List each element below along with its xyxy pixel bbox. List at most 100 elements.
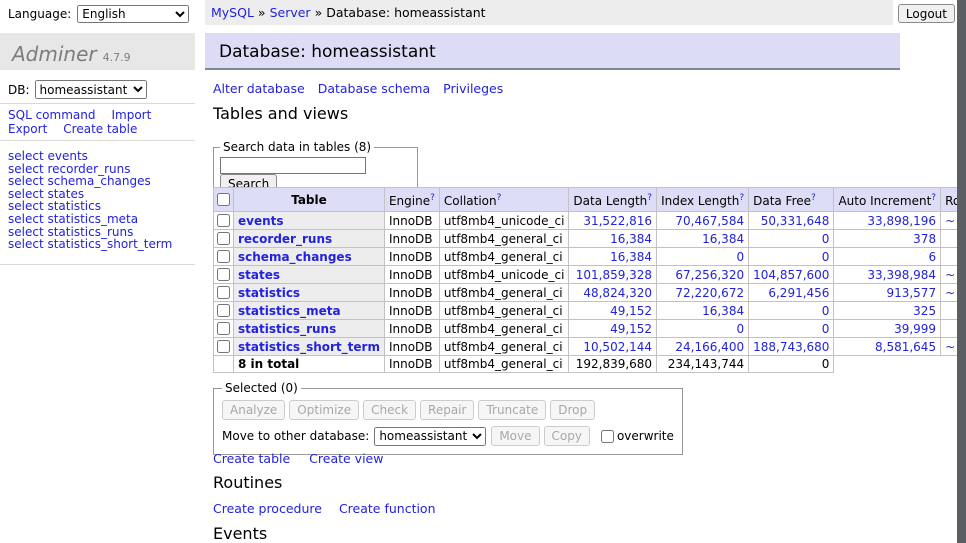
table-link[interactable]: recorder_runs	[238, 232, 332, 246]
table-name-cell: recorder_runs	[234, 230, 385, 248]
sidebar-select-link[interactable]: select schema_changes	[8, 175, 172, 188]
engine-cell: InnoDB	[384, 248, 439, 266]
index-length-cell-link[interactable]: 0	[736, 322, 744, 336]
create-procedure-link[interactable]: Create procedure	[213, 501, 322, 516]
sidebar-select-link[interactable]: select statistics_short_term	[8, 238, 172, 251]
sidebar-select-link[interactable]: select events	[8, 150, 172, 163]
breadcrumb-mysql-link[interactable]: MySQL	[211, 5, 254, 20]
column-help-link[interactable]: ?	[811, 193, 816, 203]
data-length-cell-link[interactable]: 101,859,328	[576, 268, 652, 282]
data-free-cell: 188,743,680	[749, 338, 834, 356]
index-length-cell-link[interactable]: 70,467,584	[675, 214, 744, 228]
truncate-button[interactable]: Truncate	[478, 400, 546, 420]
db-select[interactable]: homeassistant	[35, 80, 147, 99]
auto-increment-cell-link[interactable]: 913,577	[886, 286, 936, 300]
auto-increment-cell-link[interactable]: 39,999	[894, 322, 936, 336]
breadcrumb-server-link[interactable]: Server	[270, 5, 311, 20]
row-checkbox[interactable]	[217, 322, 230, 335]
data-free-cell-link[interactable]: 0	[822, 322, 830, 336]
data-length-cell-link[interactable]: 49,152	[610, 304, 652, 318]
row-checkbox[interactable]	[217, 286, 230, 299]
data-free-cell-link[interactable]: 104,857,600	[753, 268, 829, 282]
column-help-link[interactable]: ?	[647, 193, 652, 203]
column-help-link[interactable]: ?	[497, 193, 502, 203]
index-length-cell-link[interactable]: 24,166,400	[675, 340, 744, 354]
auto-increment-cell: 33,398,984	[834, 266, 941, 284]
sidebar-create-table-link[interactable]: Create table	[63, 122, 137, 136]
table-link[interactable]: statistics_meta	[238, 304, 341, 318]
row-checkbox-cell	[214, 302, 234, 320]
auto-increment-cell: 6	[834, 248, 941, 266]
column-header-engine: Engine?	[384, 188, 439, 212]
data-free-cell-link[interactable]: 0	[822, 304, 830, 318]
data-length-cell-link[interactable]: 31,522,816	[583, 214, 652, 228]
data-free-cell-link[interactable]: 188,743,680	[753, 340, 829, 354]
data-free-cell-link[interactable]: 50,331,648	[761, 214, 830, 228]
sidebar-import-link[interactable]: Import	[111, 108, 151, 122]
table-link[interactable]: statistics_short_term	[238, 340, 380, 354]
database-schema-link[interactable]: Database schema	[318, 81, 430, 96]
column-help-link[interactable]: ?	[430, 193, 435, 203]
create-function-link[interactable]: Create function	[339, 501, 436, 516]
data-length-cell-link[interactable]: 49,152	[610, 322, 652, 336]
auto-increment-cell-link[interactable]: 6	[928, 250, 936, 264]
logout-button[interactable]: Logout	[898, 4, 955, 23]
table-link[interactable]: events	[238, 214, 284, 228]
row-checkbox[interactable]	[217, 304, 230, 317]
language-select[interactable]: English	[77, 5, 189, 23]
overwrite-checkbox[interactable]	[601, 430, 614, 443]
drop-button[interactable]: Drop	[550, 400, 595, 420]
column-help-link[interactable]: ?	[739, 193, 744, 203]
auto-increment-cell-link[interactable]: 33,398,984	[867, 268, 936, 282]
analyze-button[interactable]: Analyze	[222, 400, 285, 420]
data-free-cell-link[interactable]: 6,291,456	[768, 286, 829, 300]
index-length-cell-link[interactable]: 16,384	[702, 232, 744, 246]
table-link[interactable]: statistics_runs	[238, 322, 336, 336]
create-links: Create table Create view	[213, 451, 402, 466]
alter-database-link[interactable]: Alter database	[213, 81, 305, 96]
select-all-checkbox[interactable]	[217, 193, 230, 206]
index-length-cell-link[interactable]: 0	[736, 250, 744, 264]
table-link[interactable]: schema_changes	[238, 250, 352, 264]
column-help-link[interactable]: ?	[931, 193, 936, 203]
data-length-cell-link[interactable]: 16,384	[610, 250, 652, 264]
index-length-cell-link[interactable]: 16,384	[702, 304, 744, 318]
divider	[0, 103, 195, 104]
check-button[interactable]: Check	[363, 400, 416, 420]
index-length-cell-link[interactable]: 72,220,672	[675, 286, 744, 300]
privileges-link[interactable]: Privileges	[443, 81, 503, 96]
auto-increment-cell-link[interactable]: 325	[913, 304, 936, 318]
repair-button[interactable]: Repair	[420, 400, 474, 420]
create-view-link[interactable]: Create view	[309, 451, 383, 466]
collation-cell: utf8mb4_unicode_ci	[439, 212, 569, 230]
data-length-cell-link[interactable]: 16,384	[610, 232, 652, 246]
row-checkbox[interactable]	[217, 232, 230, 245]
move-database-select[interactable]: homeassistant	[374, 427, 486, 446]
create-table-link[interactable]: Create table	[213, 451, 290, 466]
auto-increment-cell-link[interactable]: 33,898,196	[867, 214, 936, 228]
sidebar-export-link[interactable]: Export	[8, 122, 47, 136]
scrollbar[interactable]	[957, 0, 966, 543]
row-checkbox[interactable]	[217, 214, 230, 227]
auto-increment-cell-link[interactable]: 8,581,645	[875, 340, 936, 354]
sidebar-select-link[interactable]: select statistics_meta	[8, 213, 172, 226]
row-checkbox[interactable]	[217, 250, 230, 263]
table-link[interactable]: statistics	[238, 286, 300, 300]
table-link[interactable]: states	[238, 268, 280, 282]
data-length-cell-link[interactable]: 48,824,320	[583, 286, 652, 300]
row-checkbox[interactable]	[217, 268, 230, 281]
auto-increment-cell-link[interactable]: 378	[913, 232, 936, 246]
sidebar-sql-command-link[interactable]: SQL command	[8, 108, 95, 122]
search-input[interactable]	[220, 157, 366, 174]
copy-button[interactable]: Copy	[544, 426, 590, 446]
data-length-cell: 31,522,816	[569, 212, 657, 230]
data-length-cell-link[interactable]: 10,502,144	[583, 340, 652, 354]
table-header-row: TableEngine?Collation?Data Length?Index …	[214, 188, 966, 212]
index-length-cell-link[interactable]: 67,256,320	[675, 268, 744, 282]
sidebar-actions: SQL command Import Export Create table	[8, 109, 190, 136]
row-checkbox[interactable]	[217, 340, 230, 353]
move-button[interactable]: Move	[491, 426, 539, 446]
optimize-button[interactable]: Optimize	[289, 400, 359, 420]
data-free-cell-link[interactable]: 0	[822, 250, 830, 264]
data-free-cell-link[interactable]: 0	[822, 232, 830, 246]
